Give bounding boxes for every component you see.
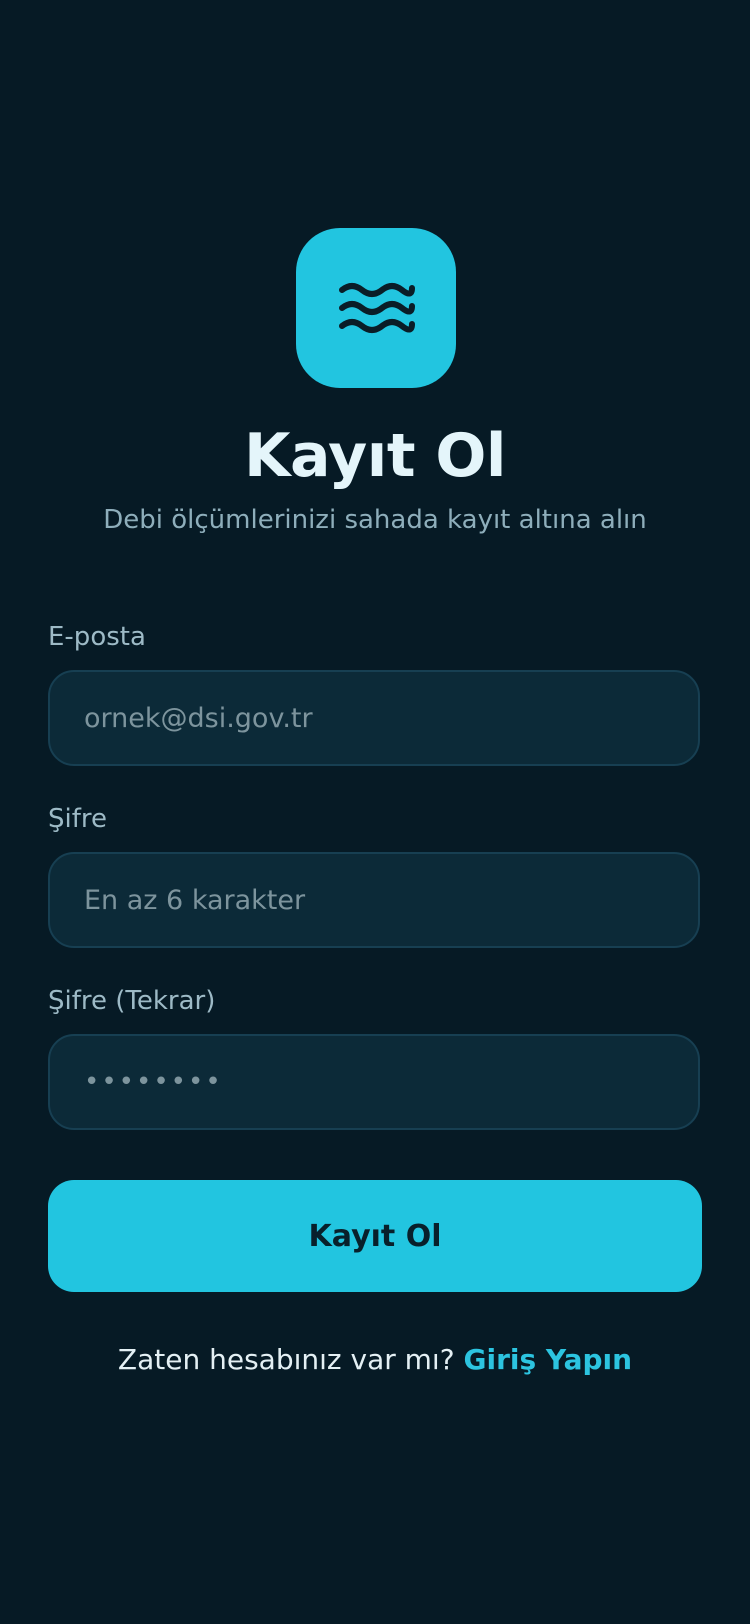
email-field[interactable] bbox=[48, 670, 700, 766]
page-title: Kayıt Ol bbox=[244, 421, 506, 491]
password-field[interactable] bbox=[48, 852, 700, 948]
register-screen: Kayıt Ol Debi ölçümlerinizi sahada kayıt… bbox=[0, 0, 750, 1624]
password-label: Şifre bbox=[48, 804, 107, 834]
register-button[interactable]: Kayıt Ol bbox=[48, 1180, 702, 1292]
email-label: E-posta bbox=[48, 622, 146, 652]
login-link[interactable]: Giriş Yapın bbox=[463, 1343, 632, 1376]
page-subtitle: Debi ölçümlerinizi sahada kayıt altına a… bbox=[103, 505, 647, 535]
waves-icon bbox=[339, 283, 415, 333]
app-logo bbox=[296, 228, 456, 388]
password-confirm-label: Şifre (Tekrar) bbox=[48, 986, 216, 1016]
login-prompt-text: Zaten hesabınız var mı? bbox=[117, 1343, 455, 1376]
password-confirm-field[interactable] bbox=[48, 1034, 700, 1130]
login-prompt: Zaten hesabınız var mı? Giriş Yapın bbox=[0, 1340, 750, 1380]
